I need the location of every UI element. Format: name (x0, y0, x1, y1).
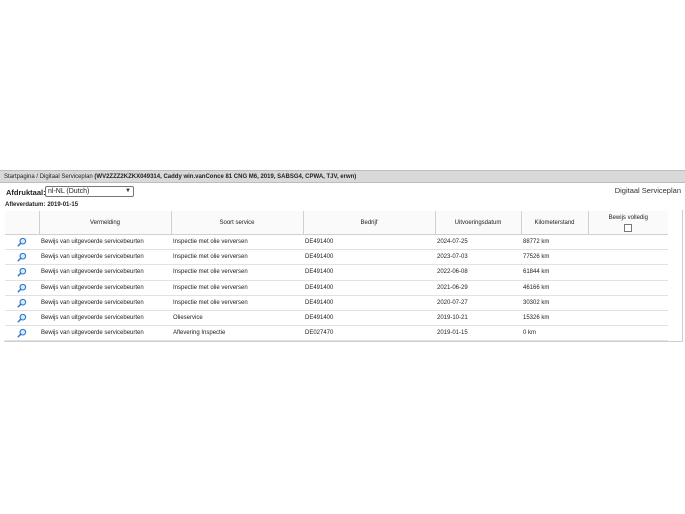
cell-kilometerstand: 0 km (521, 325, 588, 342)
magnifier-icon[interactable] (17, 237, 27, 247)
magnifier-icon[interactable] (17, 328, 27, 338)
row-open-cell (5, 249, 39, 266)
row-open-cell (5, 325, 39, 342)
toolbar: Afdruktaal: nl-NL (Dutch) ▼ Digitaal Ser… (0, 183, 685, 200)
cell-vermelding: Bewijs van uitgevoerde servicebeurten (39, 310, 171, 327)
cell-bewijs-volledig (588, 264, 668, 281)
page: Startpagina / Digitaal Serviceplan (WV2Z… (0, 0, 685, 514)
breadcrumb-section: Digitaal Serviceplan (39, 174, 93, 180)
cell-soort-service: Inspectie met olie verversen (171, 234, 303, 251)
cell-uitvoeringsdatum: 2024-07-25 (435, 234, 521, 251)
header-kilometerstand[interactable]: Kilometerstand (521, 211, 589, 235)
row-open-cell (5, 310, 39, 327)
row-open-cell (5, 280, 39, 296)
cell-kilometerstand: 77526 km (521, 249, 588, 266)
header-uitvoeringsdatum[interactable]: Uitvoeringsdatum (435, 211, 522, 235)
cell-soort-service: Inspectie met olie verversen (171, 295, 303, 311)
cell-kilometerstand: 46166 km (521, 280, 588, 296)
cell-soort-service: Inspectie met olie verversen (171, 264, 303, 281)
cell-soort-service: Inspectie met olie verversen (171, 249, 303, 266)
magnifier-icon[interactable] (17, 267, 27, 277)
delivery-date-value: 2019-01-15 (47, 202, 79, 208)
cell-uitvoeringsdatum: 2019-10-21 (435, 310, 521, 327)
row-open-cell (5, 234, 39, 251)
cell-uitvoeringsdatum: 2020-07-27 (435, 295, 521, 311)
cell-soort-service: Olieservice (171, 310, 303, 327)
table-row: Bewijs van uitgevoerde servicebeurten Oli… (5, 310, 668, 327)
cell-kilometerstand: 88772 km (521, 234, 588, 251)
cell-bewijs-volledig (588, 310, 668, 327)
header-soort-service[interactable]: Soort service (171, 211, 304, 235)
cell-bedrijf: DE491400 (303, 295, 435, 311)
cell-vermelding: Bewijs van uitgevoerde servicebeurten (39, 325, 171, 342)
cell-bedrijf: DE491400 (303, 280, 435, 296)
header-bedrijf[interactable]: Bedrijf (303, 211, 436, 235)
cell-bedrijf: DE027470 (303, 325, 435, 342)
module-title: Digitaal Serviceplan (614, 186, 681, 195)
cell-bedrijf: DE491400 (303, 264, 435, 281)
cell-bedrijf: DE491400 (303, 234, 435, 251)
table-row: Bewijs van uitgevoerde servicebeurten Ins… (5, 249, 668, 266)
cell-bewijs-volledig (588, 295, 668, 311)
magnifier-icon[interactable] (17, 283, 27, 293)
bewijs-volledig-checkbox[interactable] (624, 223, 633, 232)
cell-vermelding: Bewijs van uitgevoerde servicebeurten (39, 295, 171, 311)
table-row: Bewijs van uitgevoerde servicebeurten Ins… (5, 234, 668, 251)
header-bewijs-volledig: Bewijs volledig (588, 211, 668, 235)
cell-bedrijf: DE491400 (303, 310, 435, 327)
cell-uitvoeringsdatum: 2021-06-29 (435, 280, 521, 296)
table-row: Bewijs van uitgevoerde servicebeurten Afl… (5, 325, 668, 342)
bewijs-volledig-label: Bewijs volledig (608, 214, 648, 221)
print-language-select[interactable]: nl-NL (Dutch) ▼ (45, 186, 134, 197)
magnifier-icon[interactable] (17, 313, 27, 323)
cell-bewijs-volledig (588, 234, 668, 251)
service-table: Vermelding Soort service Bedrijf Uitvoer… (5, 211, 668, 342)
cell-vermelding: Bewijs van uitgevoerde servicebeurten (39, 264, 171, 281)
row-open-cell (5, 264, 39, 281)
header-icon-column (5, 211, 40, 235)
breadcrumb-home[interactable]: Startpagina (4, 174, 35, 180)
cell-bewijs-volledig (588, 325, 668, 342)
cell-uitvoeringsdatum: 2023-07-03 (435, 249, 521, 266)
print-language-value: nl-NL (Dutch) (48, 188, 90, 195)
cell-kilometerstand: 30302 km (521, 295, 588, 311)
cell-uitvoeringsdatum: 2022-06-08 (435, 264, 521, 281)
row-open-cell (5, 295, 39, 311)
cell-bewijs-volledig (588, 249, 668, 266)
cell-uitvoeringsdatum: 2019-01-15 (435, 325, 521, 342)
table-row: Bewijs van uitgevoerde servicebeurten Ins… (5, 264, 668, 281)
magnifier-icon[interactable] (17, 252, 27, 262)
header-vermelding[interactable]: Vermelding (39, 211, 172, 235)
cell-kilometerstand: 61844 km (521, 264, 588, 281)
table-row: Bewijs van uitgevoerde servicebeurten Ins… (5, 295, 668, 311)
table-body: Bewijs van uitgevoerde servicebeurten Ins… (5, 234, 668, 342)
breadcrumb-vehicle-info: (WV2ZZZ2KZKX049314, Caddy win.vanConce 8… (94, 174, 357, 180)
cell-vermelding: Bewijs van uitgevoerde servicebeurten (39, 234, 171, 251)
table-row: Bewijs van uitgevoerde servicebeurten Ins… (5, 280, 668, 296)
breadcrumb: Startpagina / Digitaal Serviceplan (WV2Z… (0, 170, 685, 183)
cell-soort-service: Aflevering Inspectie (171, 325, 303, 342)
delivery-date-label: Afleverdatum: (5, 202, 46, 208)
cell-bedrijf: DE491400 (303, 249, 435, 266)
cell-vermelding: Bewijs van uitgevoerde servicebeurten (39, 280, 171, 296)
cell-vermelding: Bewijs van uitgevoerde servicebeurten (39, 249, 171, 266)
table-header-row: Vermelding Soort service Bedrijf Uitvoer… (5, 211, 668, 235)
magnifier-icon[interactable] (17, 298, 27, 308)
delivery-date: Afleverdatum: 2019-01-15 (5, 202, 78, 208)
cell-soort-service: Inspectie met olie verversen (171, 280, 303, 296)
chevron-down-icon: ▼ (125, 188, 131, 194)
cell-bewijs-volledig (588, 280, 668, 296)
cell-kilometerstand: 15326 km (521, 310, 588, 327)
print-language-label: Afdruktaal: (6, 188, 46, 197)
